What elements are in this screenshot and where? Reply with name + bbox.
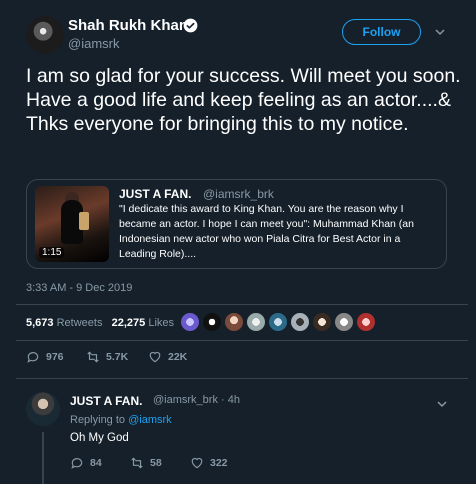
reply-author-name[interactable]: JUST A FAN. [70,394,142,408]
liker-avatar[interactable] [268,312,288,332]
reply-author-avatar[interactable] [26,392,60,426]
author-name[interactable]: Shah Rukh Khan [68,17,188,34]
chevron-down-icon[interactable] [436,398,448,410]
liker-avatar[interactable] [290,312,310,332]
reply-count: 976 [46,351,64,363]
replying-to-handle[interactable]: @iamsrk [128,414,172,426]
heart-icon [191,457,203,469]
retweet-action[interactable]: 58 [130,456,162,470]
engagement-stats: 5,673 Retweets 22,275 Likes [26,317,174,329]
retweets-label[interactable]: Retweets [57,317,103,329]
liker-avatar[interactable] [246,312,266,332]
thread-line [42,432,44,484]
liker-avatar[interactable] [202,312,222,332]
trophy-icon [79,212,89,230]
liker-avatar[interactable] [312,312,332,332]
likes-count[interactable]: 22,275 [112,317,146,329]
quote-text: "I dedicate this award to King Khan. You… [119,203,414,260]
retweet-count: 5.7K [106,351,129,363]
retweet-icon [131,457,143,469]
reply-text: Oh My God [70,432,129,444]
verified-badge-icon [183,18,198,33]
replying-to-prefix: Replying to [70,414,126,426]
author-avatar[interactable] [26,16,64,54]
liker-avatar[interactable] [356,312,376,332]
liker-avatar[interactable] [180,312,200,332]
replying-to: Replying to @iamsrk [70,414,172,426]
tweet-actions: 976 5.7K 22K [26,350,456,366]
tweet-timestamp[interactable]: 3:33 AM - 9 Dec 2019 [26,282,132,294]
like-action[interactable]: 22K [148,350,187,364]
reply-action[interactable]: 976 [26,350,64,364]
divider [16,340,468,341]
retweet-count: 58 [150,457,162,469]
chevron-down-icon[interactable] [434,26,446,38]
follow-button[interactable]: Follow [342,19,421,45]
divider [16,378,468,379]
tweet-text: I am so glad for your success. Will meet… [26,65,461,135]
retweet-action[interactable]: 5.7K [86,350,128,364]
video-duration: 1:15 [39,247,65,258]
like-count: 22K [168,351,188,363]
reply-icon [71,458,83,469]
likes-label[interactable]: Likes [148,317,174,329]
quote-author-handle: @iamsrk_brk [203,187,274,201]
quoted-tweet[interactable]: 1:15 JUST A FAN. @iamsrk_brk "I dedicate… [26,179,447,269]
retweets-count[interactable]: 5,673 [26,317,54,329]
divider [16,304,468,305]
reply-action[interactable]: 84 [70,456,102,470]
quote-author-name: JUST A FAN. [119,187,192,201]
heart-icon [149,351,161,363]
like-action[interactable]: 322 [190,456,228,470]
liker-avatar[interactable] [334,312,354,332]
reply-actions: 84 58 322 [70,456,450,472]
video-thumbnail[interactable]: 1:15 [35,186,109,262]
reply-icon [27,352,39,363]
like-count: 322 [210,457,228,469]
retweet-icon [87,351,99,363]
liker-avatar[interactable] [224,312,244,332]
reply-count: 84 [90,457,102,469]
author-handle[interactable]: @iamsrk [68,36,119,51]
tweet-header: Shah Rukh Khan @iamsrk Follow [26,16,466,56]
reply-author-handle[interactable]: @iamsrk_brk · 4h [153,394,240,406]
